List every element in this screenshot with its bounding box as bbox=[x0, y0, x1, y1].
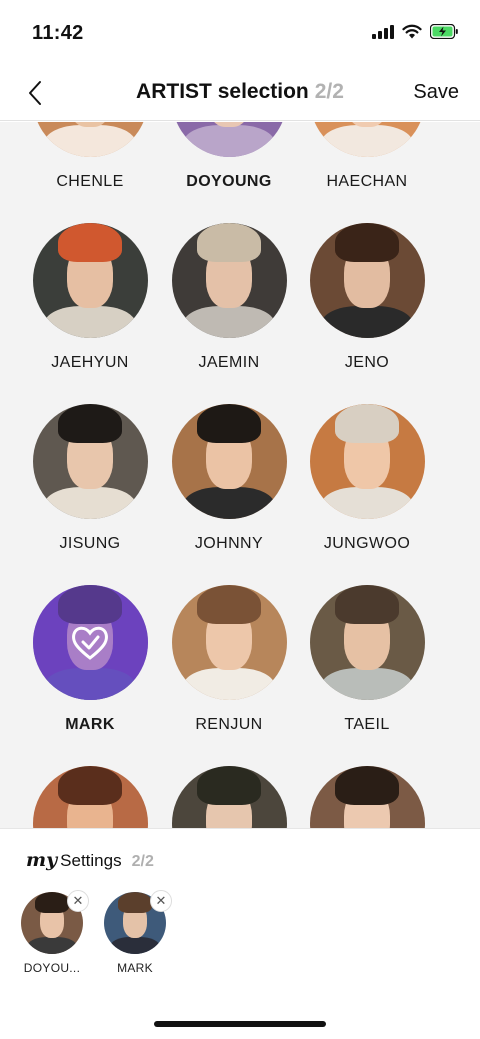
status-bar: 11:42 bbox=[0, 0, 480, 66]
artist-name: JUNGWOO bbox=[323, 535, 411, 552]
chip-name: DOYOU... bbox=[23, 961, 81, 975]
artist-name: CHENLE bbox=[56, 173, 124, 190]
artist-name: HAECHAN bbox=[326, 173, 408, 190]
my-settings-panel: my Settings 2/2 ✕ DOYOU... ✕ MARK bbox=[0, 828, 480, 1039]
my-settings-title: my Settings 2/2 bbox=[26, 849, 154, 871]
artist-item[interactable] bbox=[159, 766, 299, 828]
artist-item[interactable]: JISUNG bbox=[20, 404, 160, 553]
nav-bar: ARTIST selection 2/2 Save bbox=[0, 66, 480, 121]
my-settings-label: Settings bbox=[60, 851, 122, 870]
artist-item[interactable]: JUNGWOO bbox=[297, 404, 437, 553]
my-settings-logo: my bbox=[26, 849, 58, 871]
artist-name: MARK bbox=[65, 716, 115, 733]
my-settings-count: 2/2 bbox=[131, 853, 154, 870]
artist-item[interactable]: TAEIL bbox=[297, 585, 437, 734]
artist-avatar bbox=[309, 585, 425, 700]
artist-name: TAEIL bbox=[344, 716, 390, 733]
artist-name: JAEMIN bbox=[198, 354, 260, 371]
artist-item[interactable]: DOYOUNG bbox=[159, 122, 299, 191]
artist-item[interactable]: JENO bbox=[297, 223, 437, 372]
save-button[interactable]: Save bbox=[413, 81, 459, 104]
artist-avatar bbox=[309, 223, 425, 338]
status-icons bbox=[372, 24, 458, 39]
close-icon[interactable]: ✕ bbox=[67, 890, 89, 912]
artist-avatar bbox=[171, 223, 287, 338]
artist-item[interactable]: MARK bbox=[20, 585, 160, 734]
battery-charging-icon bbox=[430, 24, 458, 39]
selected-artist-chip[interactable]: ✕ MARK bbox=[99, 890, 172, 975]
artist-avatar bbox=[171, 585, 287, 700]
close-icon[interactable]: ✕ bbox=[150, 890, 172, 912]
artist-item[interactable] bbox=[297, 766, 437, 828]
artist-avatar bbox=[32, 223, 148, 338]
artist-avatar bbox=[32, 766, 148, 828]
selection-count: 2/2 bbox=[314, 80, 344, 103]
artist-avatar bbox=[309, 766, 425, 828]
page-title-text: ARTIST selection bbox=[136, 80, 309, 103]
artist-avatar bbox=[32, 122, 148, 157]
selected-artist-chip[interactable]: ✕ DOYOU... bbox=[16, 890, 89, 975]
artist-item[interactable]: RENJUN bbox=[159, 585, 299, 734]
home-indicator[interactable] bbox=[154, 1021, 326, 1027]
artist-name: JENO bbox=[344, 354, 390, 371]
artist-item[interactable]: JAEHYUN bbox=[20, 223, 160, 372]
artist-item[interactable]: CHENLE bbox=[20, 122, 160, 191]
artist-name: RENJUN bbox=[195, 716, 263, 733]
artist-avatar bbox=[32, 404, 148, 519]
artist-avatar bbox=[171, 122, 287, 157]
artist-grid[interactable]: CHENLE DOYOUNG HAECHAN JAEHYUN JAEMIN JENO JIS… bbox=[0, 122, 480, 828]
cellular-signal-icon bbox=[372, 24, 394, 39]
artist-avatar bbox=[32, 585, 148, 700]
page-title: ARTIST selection 2/2 bbox=[0, 80, 480, 104]
status-time: 11:42 bbox=[32, 22, 84, 44]
artist-item[interactable] bbox=[20, 766, 160, 828]
artist-name: DOYOUNG bbox=[186, 173, 272, 190]
artist-name: JAEHYUN bbox=[51, 354, 129, 371]
wifi-icon bbox=[402, 24, 422, 39]
artist-avatar bbox=[309, 404, 425, 519]
artist-item[interactable]: JAEMIN bbox=[159, 223, 299, 372]
heart-check-icon bbox=[32, 585, 148, 700]
artist-name: JOHNNY bbox=[194, 535, 264, 552]
artist-avatar bbox=[309, 122, 425, 157]
artist-name: JISUNG bbox=[59, 535, 121, 552]
chip-name: MARK bbox=[117, 961, 153, 975]
artist-item[interactable]: JOHNNY bbox=[159, 404, 299, 553]
artist-item[interactable]: HAECHAN bbox=[297, 122, 437, 191]
artist-avatar bbox=[171, 404, 287, 519]
artist-avatar bbox=[171, 766, 287, 828]
